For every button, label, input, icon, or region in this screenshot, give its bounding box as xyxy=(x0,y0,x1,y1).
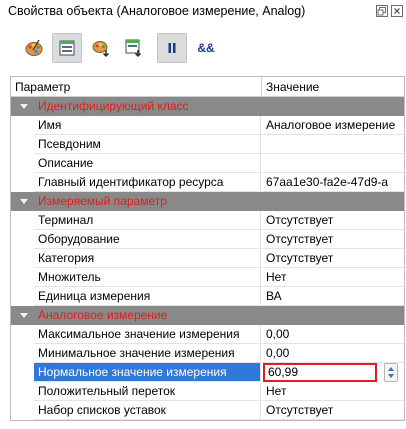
value-editor[interactable]: 60,99 xyxy=(263,363,404,382)
window-title: Свойства объекта (Аналоговое измерение, … xyxy=(8,4,306,18)
palette-button[interactable] xyxy=(19,33,49,63)
collapse-arrow-icon[interactable] xyxy=(20,199,28,204)
group-label: Измеряемый параметр xyxy=(38,194,167,208)
property-value[interactable]: Отсутствует xyxy=(262,401,404,420)
group-identifying-class[interactable]: Идентифицирующий класс xyxy=(11,97,404,116)
property-name: Множитель xyxy=(34,268,261,287)
property-row-limit-sets[interactable]: Набор списков уставок Отсутствует xyxy=(11,401,404,420)
property-name: Имя xyxy=(34,116,261,135)
spin-down-icon[interactable] xyxy=(388,374,394,378)
collapse-arrow-icon[interactable] xyxy=(20,313,28,318)
property-row-multiplier[interactable]: Множитель Нет xyxy=(11,268,404,287)
property-value[interactable]: Отсутствует xyxy=(262,230,404,249)
close-window-icon[interactable] xyxy=(390,4,404,18)
property-row-max-value[interactable]: Максимальное значение измерения 0,00 xyxy=(11,325,404,344)
property-name: Нормальное значение измерения xyxy=(34,363,261,382)
property-value[interactable] xyxy=(262,154,404,173)
property-value[interactable]: 67aa1e30-fa2e-47d9-a xyxy=(262,173,404,192)
property-value[interactable]: Отсутствует xyxy=(262,211,404,230)
group-analog-measurement[interactable]: Аналоговое измерение xyxy=(11,306,404,325)
group-label: Аналоговое измерение xyxy=(38,308,168,322)
property-row-min-value[interactable]: Минимальное значение измерения 0,00 xyxy=(11,344,404,363)
window-grid-button[interactable] xyxy=(52,33,82,63)
property-row-alias[interactable]: Псевдоним xyxy=(11,135,404,154)
property-row-equipment[interactable]: Оборудование Отсутствует xyxy=(11,230,404,249)
property-name: Главный идентификатор ресурса xyxy=(34,173,261,192)
window-down-icon xyxy=(125,39,142,58)
column-header-value[interactable]: Значение xyxy=(262,77,319,97)
palette-down-icon xyxy=(92,41,110,58)
window-down-button[interactable] xyxy=(118,33,148,63)
palette-down-button[interactable] xyxy=(86,33,116,63)
property-value[interactable]: 0,00 xyxy=(262,344,404,363)
property-row-description[interactable]: Описание xyxy=(11,154,404,173)
property-name: Оборудование xyxy=(34,230,261,249)
pause-button[interactable] xyxy=(157,33,187,63)
grid-header: Параметр Значение xyxy=(11,77,404,97)
group-measured-parameter[interactable]: Измеряемый параметр xyxy=(11,192,404,211)
property-value[interactable]: Отсутствует xyxy=(262,249,404,268)
property-value[interactable]: Нет xyxy=(262,382,404,401)
property-name: Набор списков уставок xyxy=(34,401,261,420)
pause-icon xyxy=(168,43,176,53)
property-name: Категория xyxy=(34,249,261,268)
window-grid-icon xyxy=(59,40,75,56)
column-header-parameter[interactable]: Параметр xyxy=(11,77,70,97)
normal-value-input[interactable]: 60,99 xyxy=(263,363,377,382)
ampersand-button[interactable]: && xyxy=(191,33,221,63)
toolbar: && xyxy=(0,30,406,70)
property-row-positive-flow[interactable]: Положительный переток Нет xyxy=(11,382,404,401)
property-row-mrid[interactable]: Главный идентификатор ресурса 67aa1e30-f… xyxy=(11,173,404,192)
property-value[interactable] xyxy=(262,135,404,154)
property-row-name[interactable]: Имя Аналоговое измерение xyxy=(11,116,404,135)
property-name: Положительный переток xyxy=(34,382,261,401)
property-name: Псевдоним xyxy=(34,135,261,154)
value-spinner[interactable] xyxy=(384,363,398,382)
property-row-unit[interactable]: Единица измерения ВА xyxy=(11,287,404,306)
property-grid[interactable]: Параметр Значение Идентифицирующий класс… xyxy=(10,76,405,421)
palette-icon xyxy=(25,39,43,56)
property-value[interactable]: Нет xyxy=(262,268,404,287)
ampersand-icon: && xyxy=(197,41,215,55)
property-name: Единица измерения xyxy=(34,287,261,306)
window-titlebar: Свойства объекта (Аналоговое измерение, … xyxy=(0,0,406,26)
group-label: Идентифицирующий класс xyxy=(38,99,189,113)
property-value[interactable]: 0,00 xyxy=(262,325,404,344)
spin-up-icon[interactable] xyxy=(388,367,394,371)
property-name: Минимальное значение измерения xyxy=(34,344,261,363)
float-window-icon[interactable] xyxy=(375,4,389,18)
property-row-normal-value[interactable]: Нормальное значение измерения 60,99 xyxy=(11,363,404,382)
property-row-category[interactable]: Категория Отсутствует xyxy=(11,249,404,268)
property-value[interactable]: Аналоговое измерение xyxy=(262,116,404,135)
property-name: Описание xyxy=(34,154,261,173)
property-name: Терминал xyxy=(34,211,261,230)
collapse-arrow-icon[interactable] xyxy=(20,104,28,109)
property-row-terminal[interactable]: Терминал Отсутствует xyxy=(11,211,404,230)
property-name: Максимальное значение измерения xyxy=(34,325,261,344)
property-value[interactable]: ВА xyxy=(262,287,404,306)
